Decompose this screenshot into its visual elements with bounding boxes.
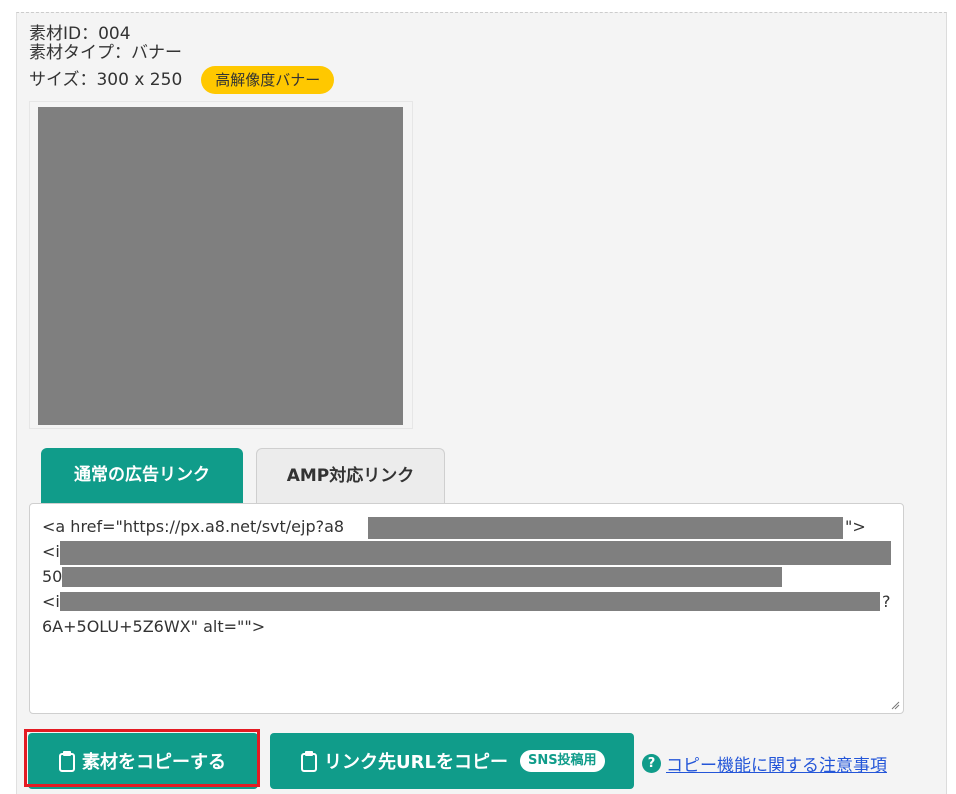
material-meta: 素材ID：004 素材タイプ：バナー サイズ：300 x 250 高解像度バナー [29, 24, 335, 94]
code-line-1-start: <a href="https://px.a8.net/svt/ejp?a8 [42, 517, 345, 536]
tab-normal-link[interactable]: 通常の広告リンク [41, 448, 243, 504]
hires-badge: 高解像度バナー [201, 66, 335, 94]
redaction-bar [62, 567, 782, 587]
question-icon: ? [642, 754, 661, 773]
resize-grip-icon[interactable] [890, 700, 900, 710]
copy-url-button[interactable]: リンク先URLをコピー SNS投稿用 [270, 733, 634, 789]
redaction-bar [60, 541, 891, 565]
copy-notice-link[interactable]: コピー機能に関する注意事項 [666, 751, 887, 776]
code-line: 50 [42, 564, 891, 589]
tab-amp-link[interactable]: AMP対応リンク [256, 448, 445, 504]
code-line: <i [42, 539, 891, 565]
code-line-1-end: "> [845, 517, 866, 536]
code-line-4-start: <i [42, 592, 60, 611]
sns-badge: SNS投稿用 [519, 750, 605, 772]
code-line: <i ? [42, 589, 891, 614]
code-line-4-end: ? [882, 592, 891, 611]
material-size-row: サイズ：300 x 250 高解像度バナー [29, 66, 335, 94]
clipboard-icon [301, 751, 317, 772]
highlight-box [24, 729, 260, 787]
material-size: サイズ：300 x 250 [29, 69, 183, 90]
redaction-bar [368, 517, 843, 539]
banner-image [38, 107, 403, 425]
code-line: 6A+5OLU+5Z6WX" alt=""> [42, 617, 266, 636]
copy-help[interactable]: ? コピー機能に関する注意事項 [642, 751, 887, 776]
material-id: 素材ID：004 [29, 24, 131, 44]
copy-url-label: リンク先URLをコピー [324, 752, 508, 773]
code-line-2-start: <i [42, 542, 60, 561]
ad-code-textarea[interactable]: <a href="https://px.a8.net/svt/ejp?a8 ">… [29, 503, 904, 714]
code-line-3-start: 50 [42, 567, 63, 586]
material-type: 素材タイプ：バナー [29, 43, 182, 63]
code-line: <a href="https://px.a8.net/svt/ejp?a8 "> [42, 514, 891, 539]
redaction-bar [60, 592, 880, 611]
